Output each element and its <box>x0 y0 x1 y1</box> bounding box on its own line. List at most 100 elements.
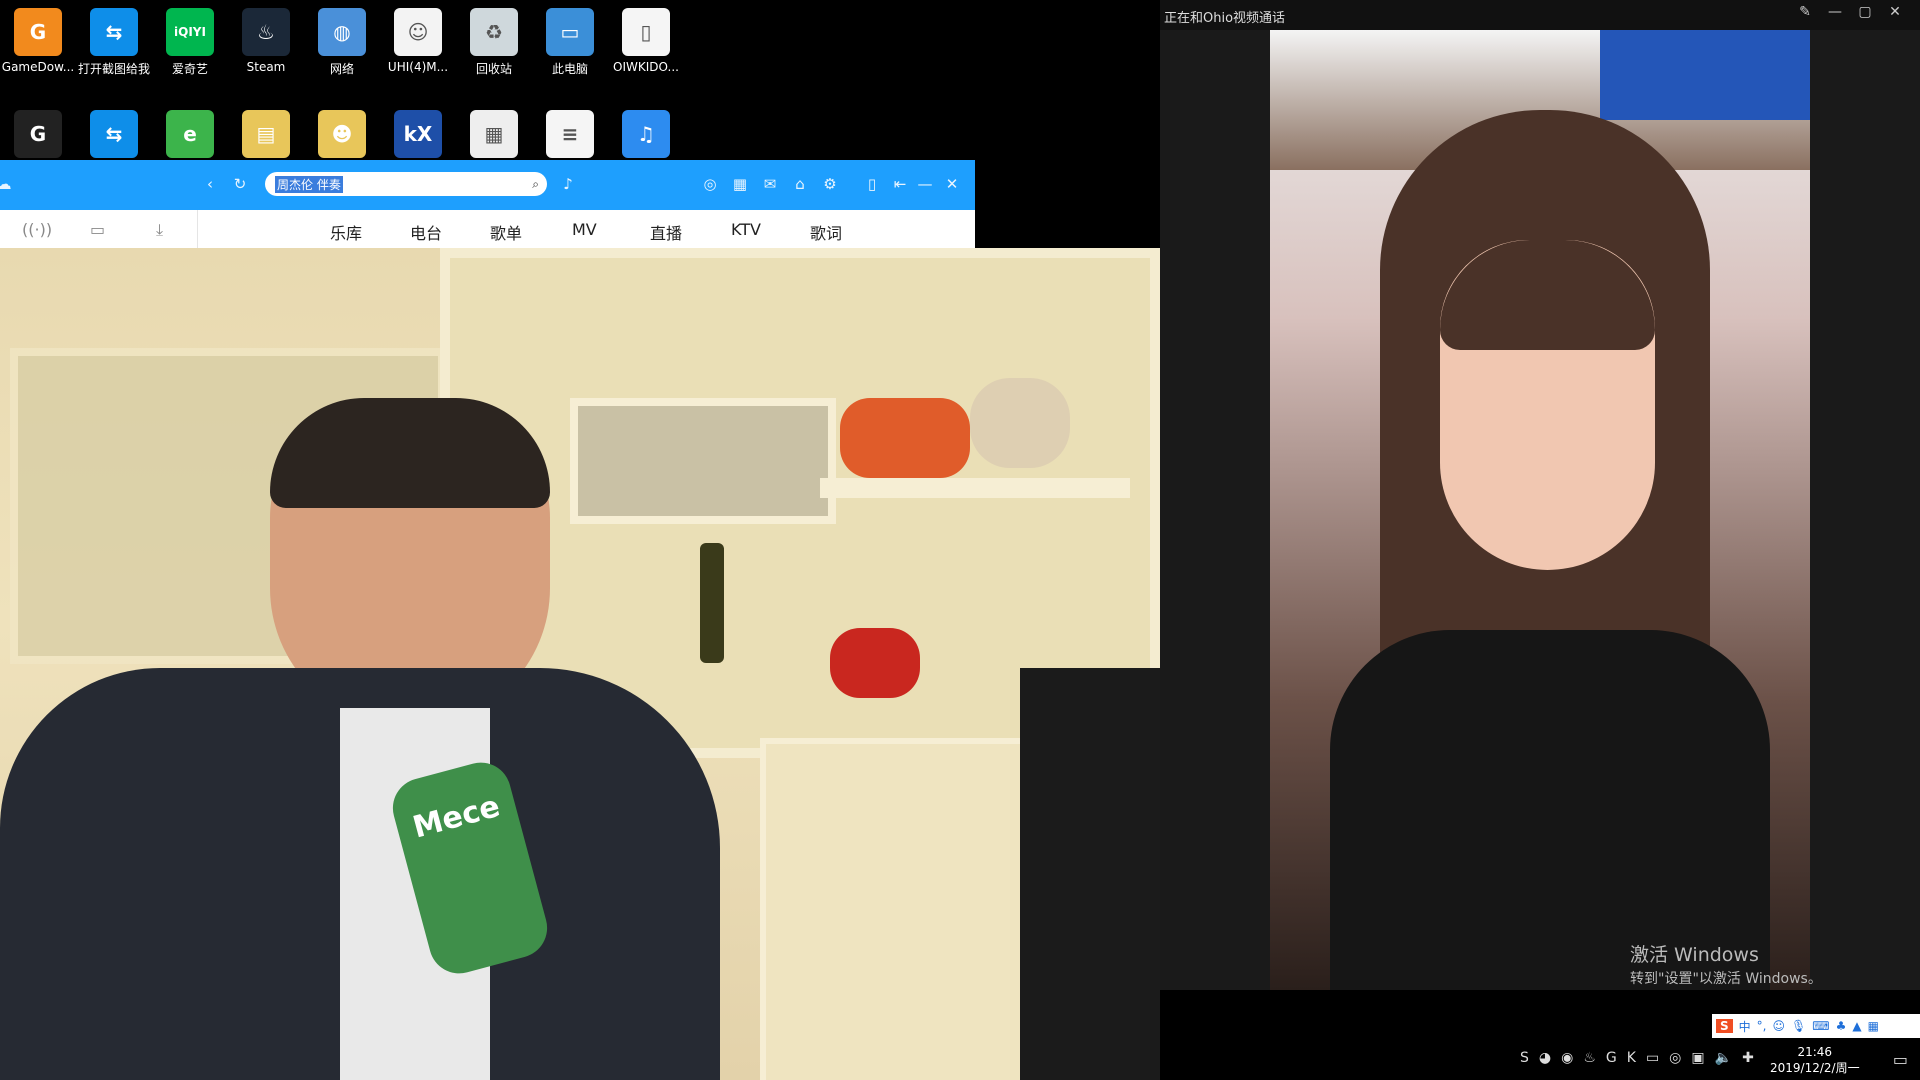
desktop-shortcut[interactable]: G GameDow... <box>0 8 76 74</box>
desktop-shortcut[interactable]: ♨ Steam <box>228 8 304 74</box>
skin-icon[interactable]: ♣ <box>1836 1019 1847 1033</box>
remote-person-jacket <box>1330 630 1770 990</box>
tab-radio[interactable]: 电台 <box>410 220 442 244</box>
app2-tray-icon[interactable]: ▣ <box>1691 1050 1704 1066</box>
search-icon[interactable]: ⌕ <box>532 177 539 192</box>
network-tray-icon[interactable]: ▭ <box>1646 1050 1659 1066</box>
shirt-icon[interactable]: ▲ <box>1852 1019 1861 1033</box>
desktop-shortcut-label: OIWKIDO... <box>613 60 679 74</box>
steam-icon: ♨ <box>242 8 290 56</box>
player-toolbar: ☁ ‹ ↻ 周杰伦 伴奏 ⌕ ♪ ◎ ▦ ✉ ⌂ ⚙ ▯ ⇤ — ✕ <box>0 160 975 210</box>
desktop-shortcut-label: 网络 <box>329 62 354 76</box>
desktop-shortcut[interactable]: kX <box>380 110 456 162</box>
pin-icon[interactable]: ✎ <box>1794 4 1816 20</box>
tab-library[interactable]: 乐库 <box>330 220 362 244</box>
text-file-icon: ≡ <box>546 110 594 158</box>
notification-icon[interactable]: ▭ <box>1893 1050 1908 1069</box>
browser-icon[interactable]: ◉ <box>1561 1050 1573 1066</box>
player-nav-bar: ((·)) ▭ ⤓ 乐库 电台 歌单 MV 直播 KTV 歌词 <box>0 210 975 249</box>
skin-icon[interactable]: ⌂ <box>790 174 810 194</box>
tab-mv[interactable]: MV <box>572 220 597 239</box>
desktop-shortcut[interactable]: e <box>152 110 228 162</box>
desktop-shortcut-label: GameDow... <box>1 60 75 74</box>
desktop-shortcut[interactable]: ☻ <box>304 110 380 162</box>
minimize-icon[interactable]: — <box>1824 4 1846 20</box>
mini-mode-icon[interactable]: ▯ <box>862 174 882 194</box>
image-file-icon: ☺ <box>394 8 442 56</box>
voice-recognition-icon[interactable]: ♪ <box>558 174 578 194</box>
desktop-shortcut[interactable]: ▦ <box>456 110 532 162</box>
desktop-shortcut[interactable]: ▯ OIWKIDO... <box>608 8 684 74</box>
search-input[interactable]: 周杰伦 伴奏 ⌕ <box>265 172 547 196</box>
settings-icon[interactable]: ⚙ <box>820 174 840 194</box>
can-label: Mece <box>409 788 504 846</box>
target-icon[interactable]: ◎ <box>700 174 720 194</box>
record-icon[interactable]: ◎ <box>1669 1050 1681 1066</box>
tab-ktv[interactable]: KTV <box>731 220 761 239</box>
iqiyi-icon: iQIYI <box>166 8 214 56</box>
desktop-shortcut[interactable]: ≡ <box>532 110 608 162</box>
desktop-shortcut[interactable]: ♻ 回收站 <box>456 8 532 77</box>
desktop-shortcut[interactable]: ♫ <box>608 110 684 162</box>
desktop-shortcut[interactable]: ▤ <box>228 110 304 162</box>
cloud-icon[interactable]: ☁ <box>0 174 14 194</box>
antivirus-icon[interactable]: ✚ <box>1742 1050 1754 1066</box>
mail-icon[interactable]: ✉ <box>760 174 780 194</box>
desktop-shortcut-label: 此电脑 <box>551 62 588 76</box>
maximize-icon[interactable]: ▢ <box>1854 4 1876 20</box>
desktop-shortcut-label: 回收站 <box>475 62 512 76</box>
back-icon[interactable]: ‹ <box>200 174 220 194</box>
desktop-shortcut-label: Steam <box>246 60 286 74</box>
streamer-webcam-feed: Mece <box>0 248 1167 1080</box>
tab-lyrics[interactable]: 歌词 <box>810 220 842 244</box>
call-titlebar: 正在和Ohio视频通话 ✎ — ▢ ✕ <box>1160 0 1920 30</box>
desktop-shortcut[interactable]: ◍ 网络 <box>304 8 380 77</box>
desktop-shortcut-label: UHI(4)M... <box>387 60 449 74</box>
emoji-icon[interactable]: ☺ <box>1773 1019 1786 1033</box>
minimize-icon[interactable]: — <box>915 174 935 194</box>
download-icon[interactable]: ⤓ <box>156 220 163 240</box>
desktop-shortcut[interactable]: G <box>0 110 76 162</box>
mic-icon[interactable]: 🎙 <box>1791 1019 1806 1033</box>
taskbar-clock[interactable]: 21:46 2019/12/2/周一 <box>1770 1044 1860 1076</box>
menu-grid-icon[interactable]: ▦ <box>1868 1019 1879 1033</box>
search-query-text: 周杰伦 伴奏 <box>275 175 343 193</box>
remote-person-face <box>1440 240 1655 570</box>
folder-icon: ▤ <box>242 110 290 158</box>
sogou-tray-icon[interactable]: S <box>1520 1050 1529 1066</box>
bottle <box>700 543 724 663</box>
qq-icon[interactable]: ◕ <box>1539 1050 1551 1066</box>
remote-video-feed <box>1270 30 1810 990</box>
volume-icon[interactable]: 🔈 <box>1715 1050 1732 1066</box>
desktop-shortcut[interactable]: ▭ 此电脑 <box>532 8 608 77</box>
gamedownload-icon: G <box>14 8 62 56</box>
punctuation-icon[interactable]: °, <box>1757 1019 1767 1033</box>
video-call-window: 正在和Ohio视频通话 ✎ — ▢ ✕ 激活 Windows 转到"设置"以激活… <box>1160 0 1920 1080</box>
close-icon[interactable]: ✕ <box>942 174 962 194</box>
tab-playlists[interactable]: 歌单 <box>490 220 522 244</box>
desktop-shortcut-label: 爱奇艺 <box>171 62 208 76</box>
desktop-shortcut[interactable]: ⇆ <box>76 110 152 162</box>
tab-live[interactable]: 直播 <box>650 220 682 244</box>
clock-date: 2019/12/2/周一 <box>1770 1061 1860 1075</box>
grid-icon[interactable]: ▦ <box>730 174 750 194</box>
collapse-icon[interactable]: ⇤ <box>890 174 910 194</box>
device-icon[interactable]: ▭ <box>90 220 105 239</box>
this-pc-icon: ▭ <box>546 8 594 56</box>
sogou-icon[interactable]: S <box>1716 1019 1733 1033</box>
teamviewer-icon: ⇆ <box>90 110 138 158</box>
toy-figure <box>840 398 970 478</box>
keyboard-icon[interactable]: ⌨ <box>1812 1019 1829 1033</box>
radio-icon[interactable]: ((·)) <box>22 220 52 239</box>
ime-mode[interactable]: 中 <box>1739 1018 1751 1035</box>
app-tray-icon[interactable]: G <box>1606 1050 1617 1066</box>
refresh-icon[interactable]: ↻ <box>230 174 250 194</box>
ime-toolbar[interactable]: S 中 °, ☺ 🎙 ⌨ ♣ ▲ ▦ <box>1712 1014 1920 1038</box>
desktop-shortcut[interactable]: ☺ UHI(4)M... <box>380 8 456 74</box>
kx-tray-icon[interactable]: K <box>1627 1050 1636 1066</box>
steam-tray-icon[interactable]: ♨ <box>1583 1050 1596 1066</box>
windows-activation-watermark: 激活 Windows 转到"设置"以激活 Windows。 <box>1630 943 1822 991</box>
desktop-shortcut[interactable]: ⇆ 打开截图给我 <box>76 8 152 77</box>
desktop-shortcut[interactable]: iQIYI 爱奇艺 <box>152 8 228 77</box>
close-icon[interactable]: ✕ <box>1884 4 1906 20</box>
